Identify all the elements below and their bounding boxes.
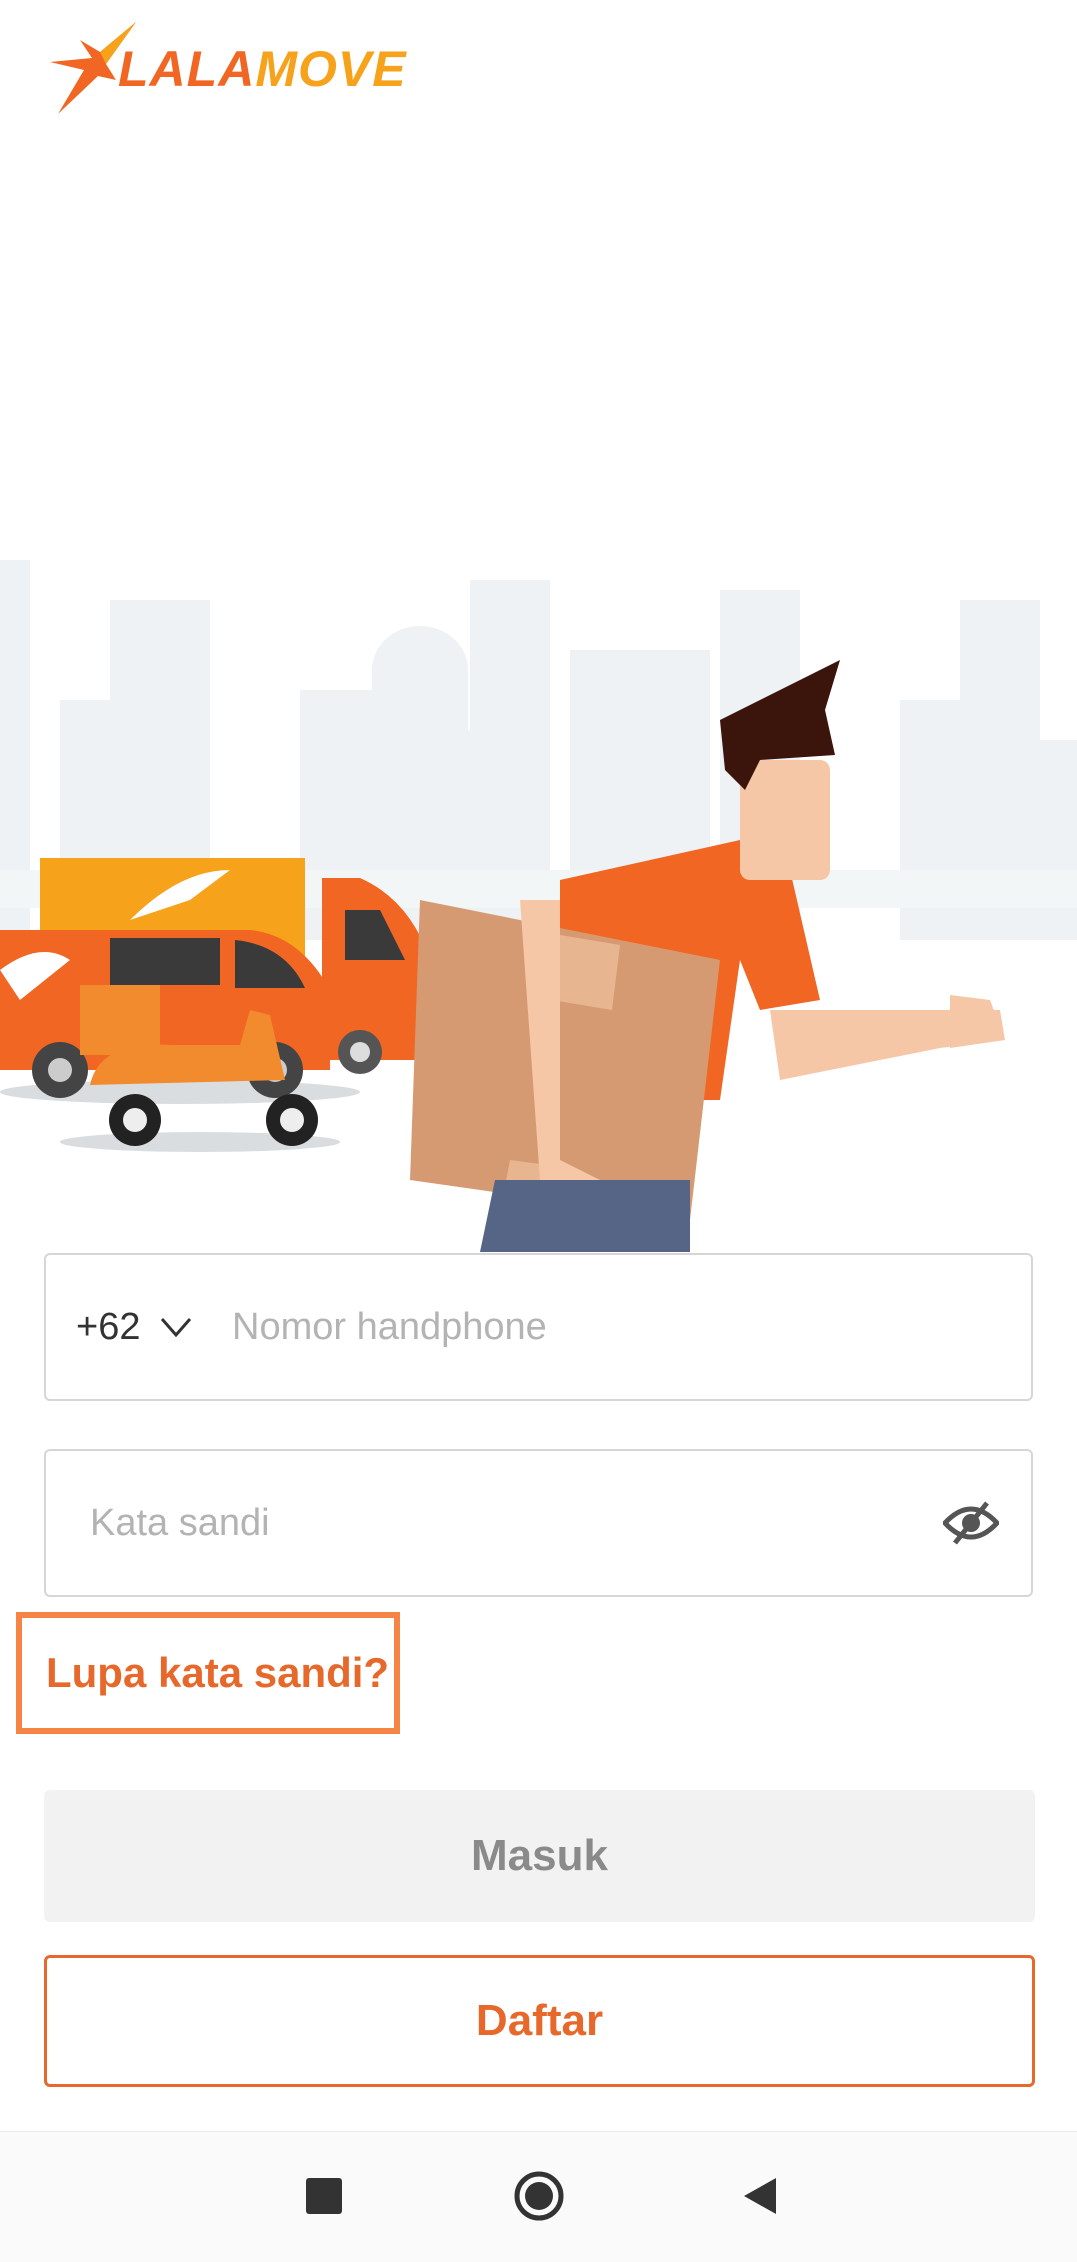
circle-icon[interactable] [503,2160,575,2232]
country-code-label: +62 [76,1306,141,1348]
chevron-down-icon [161,1318,192,1338]
password-input[interactable] [90,1451,890,1595]
logo-wordmark: LALAMOVE [118,40,407,98]
register-button[interactable]: Daftar [44,1955,1035,2087]
country-code-selector[interactable]: +62 [76,1255,194,1399]
register-button-label: Daftar [475,1996,604,2045]
lalamove-logo: LALAMOVE [40,18,406,118]
login-button-label: Masuk [471,1831,608,1880]
hero-illustration [0,560,1077,1252]
forgot-password-label: Lupa kata sandi? [46,1649,390,1696]
forgot-password-link[interactable]: Lupa kata sandi? [16,1612,400,1734]
eye-slash-icon[interactable] [943,1497,999,1549]
system-navigation-bar [0,2131,1077,2262]
phone-number-input[interactable] [232,1255,992,1399]
login-button[interactable]: Masuk [44,1790,1035,1922]
square-icon[interactable] [288,2160,360,2232]
logo-wordmark-lala: LALA [118,41,256,97]
password-field[interactable] [44,1449,1033,1597]
phone-field[interactable]: +62 [44,1253,1033,1401]
triangle-back-icon[interactable] [724,2160,796,2232]
logo-wordmark-move: MOVE [255,41,407,97]
